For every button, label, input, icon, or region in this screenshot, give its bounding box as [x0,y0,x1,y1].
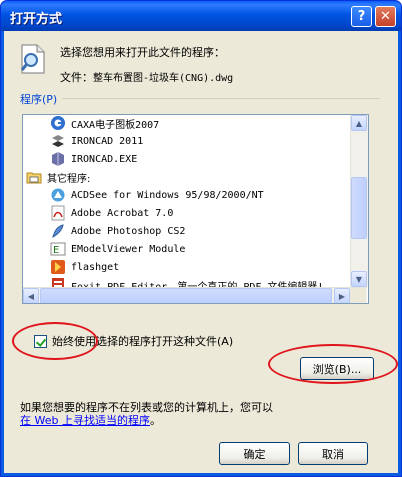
list-item-label: 其它程序: [47,173,91,185]
list-item[interactable]: Adobe Photoshop CS2 [50,222,185,240]
title-bar[interactable]: 打开方式 ? ✕ [1,1,401,31]
group-divider [62,98,380,99]
list-item[interactable]: CAXA电子图板2007 [50,115,160,132]
list-item-label: IRONCAD 2011 [71,135,144,147]
list-item[interactable]: E EModelViewer Module [50,240,185,258]
list-item[interactable]: 其它程序: [26,168,90,186]
chevron-up-icon: ▲ [355,118,363,128]
list-item[interactable]: IRONCAD 2011 [50,132,143,150]
window-title: 打开方式 [10,12,63,27]
always-use-label: 始终使用选择的程序打开这种文件(A) [52,335,234,348]
ok-button-label: 确定 [243,447,266,461]
horizontal-scrollbar[interactable]: ◀ ▶ [23,287,367,303]
list-item-label: Adobe Acrobat 7.0 [71,207,174,219]
scroll-left-button[interactable]: ◀ [23,288,39,303]
ok-button[interactable]: 确定 [219,442,290,465]
acrobat-icon [50,205,66,221]
file-search-icon [20,44,45,74]
chevron-left-icon: ◀ [27,291,35,301]
svg-text:E: E [53,245,59,256]
acdsee-icon [50,187,66,203]
flashget-icon [50,259,66,275]
emodel-icon: E [50,241,66,257]
always-use-checkbox[interactable] [34,334,47,348]
scroll-down-button[interactable]: ▼ [351,271,367,287]
help-button[interactable]: ? [351,6,372,27]
browse-button[interactable]: 浏览(B)... [300,357,374,380]
list-item[interactable]: IRONCAD.EXE [50,150,137,168]
checkmark-icon [35,335,47,347]
dialog-body: 选择您想用来打开此文件的程序： 文件：整车布置图-垃圾车(CNG).dwg 程序… [4,31,398,473]
cancel-button-label: 取消 [322,447,344,461]
list-item-label: IRONCAD.EXE [71,153,138,165]
horizontal-scroll-thumb[interactable] [40,288,332,303]
list-item-label: flashget [71,261,120,273]
browse-button-label: 浏览(B)... [312,362,362,376]
folder-icon [26,169,42,185]
scroll-up-button[interactable]: ▲ [351,115,367,131]
file-label: 文件： [60,71,93,84]
list-item-label: ACDSee for Windows 95/98/2000/NT [71,189,264,201]
list-item[interactable]: ACDSee for Windows 95/98/2000/NT [50,186,264,204]
photoshop-icon [50,223,66,239]
list-item-label: CAXA电子图板2007 [71,119,160,131]
scrollbar-corner [350,288,366,303]
list-item-label: EModelViewer Module [71,243,186,255]
vertical-scroll-thumb[interactable] [351,177,367,239]
vertical-scrollbar[interactable]: ▲ ▼ [350,115,368,287]
chevron-down-icon: ▼ [355,274,363,284]
cancel-button[interactable]: 取消 [298,442,368,465]
close-icon: ✕ [380,9,391,24]
hint-link-suffix: 。 [149,414,161,427]
list-item[interactable]: Adobe Acrobat 7.0 [50,204,173,222]
chevron-right-icon: ▶ [338,291,346,301]
program-list[interactable]: fwfxFoxit PDF Editor，第一个真正的 PDF 文件编辑器!fl… [22,114,369,304]
open-with-dialog: 打开方式 ? ✕ 选择您想用来打开此文件的程序： 文件：整车布置图-垃圾车(CN… [0,0,402,477]
programs-group-label: 程序(P) [20,93,58,106]
ironcad-exe-icon [50,151,66,167]
hint-link-line: 在 Web 上寻找适当的程序。 [20,412,161,428]
list-item-label: Adobe Photoshop CS2 [71,225,186,237]
intro-text: 选择您想用来打开此文件的程序： [60,46,225,59]
close-button[interactable]: ✕ [375,6,396,27]
help-icon: ? [357,9,366,24]
file-line: 文件：整车布置图-垃圾车(CNG).dwg [60,69,233,85]
caxa-icon [50,115,66,131]
always-use-option[interactable]: 始终使用选择的程序打开这种文件(A) [34,333,233,349]
scroll-right-button[interactable]: ▶ [334,288,350,303]
web-search-link[interactable]: 在 Web 上寻找适当的程序 [20,414,150,427]
ironcad-icon [50,133,66,149]
file-name: 整车布置图-垃圾车(CNG).dwg [93,73,234,84]
list-item[interactable]: flashget [50,258,119,276]
